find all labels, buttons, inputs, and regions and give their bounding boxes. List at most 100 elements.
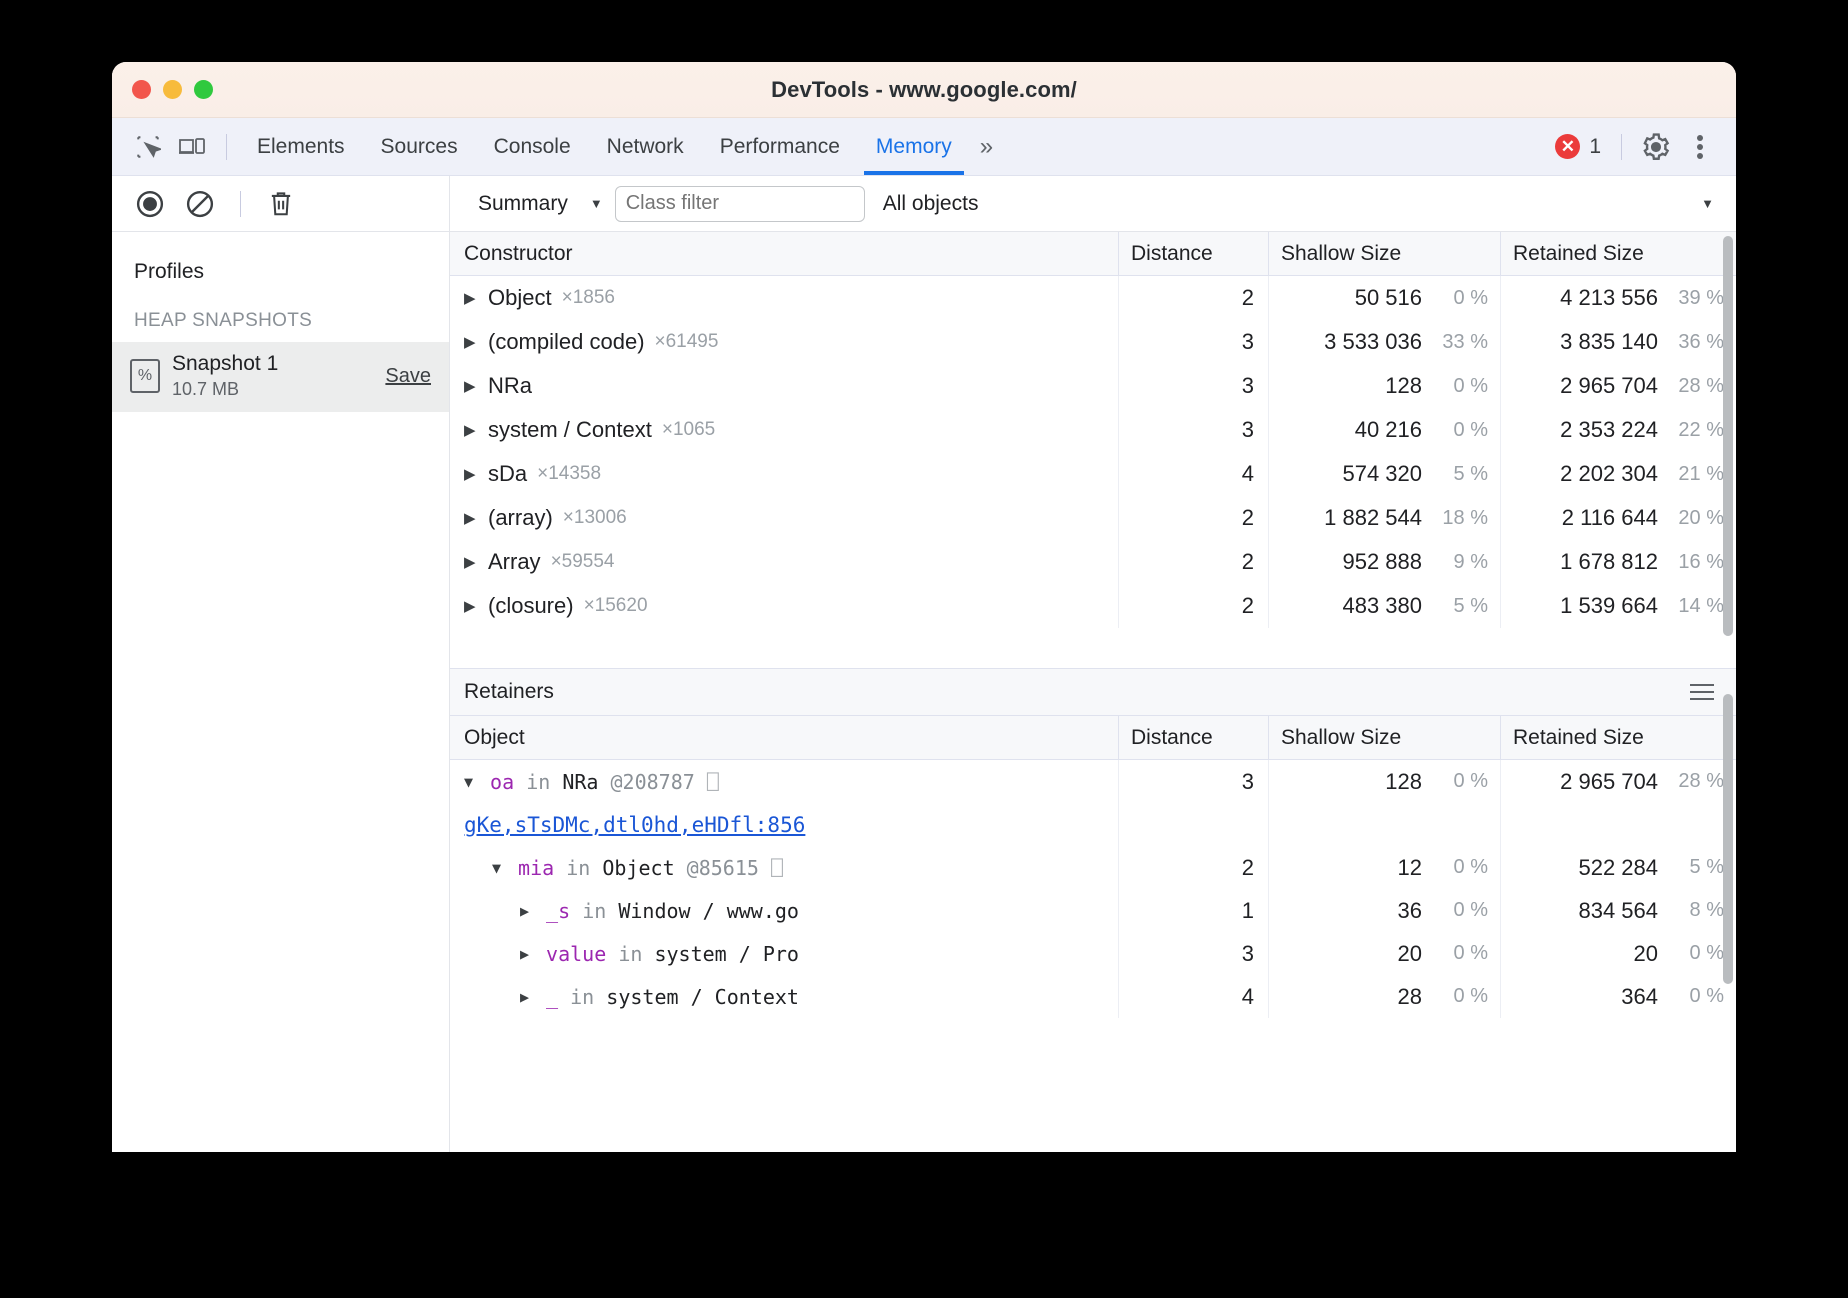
retainer-row[interactable]: ▶ _ in system / Context4280 %3640 %	[450, 975, 1736, 1018]
retainers-title: Retainers	[464, 680, 554, 704]
retainer-in-keyword: in	[526, 770, 550, 794]
save-snapshot-link[interactable]: Save	[385, 365, 435, 388]
error-badge[interactable]: ✕ 1	[1547, 134, 1609, 159]
tab-performance[interactable]: Performance	[702, 118, 858, 175]
column-header-ret-distance[interactable]: Distance	[1119, 716, 1269, 759]
class-filter-input[interactable]	[615, 186, 865, 222]
expand-triangle-icon[interactable]: ▶	[464, 289, 478, 307]
tab-sources[interactable]: Sources	[363, 118, 476, 175]
error-count: 1	[1589, 135, 1601, 159]
tab-network[interactable]: Network	[589, 118, 702, 175]
constructor-count: ×61495	[655, 331, 719, 353]
expand-triangle-icon[interactable]: ▶	[520, 902, 534, 920]
shallow-size-cell: 50 5160 %	[1269, 276, 1501, 320]
retainer-property-name: oa	[490, 770, 514, 794]
retainer-property-name: _s	[546, 899, 570, 923]
constructor-cell[interactable]: ▶ NRa	[450, 364, 1119, 408]
column-header-retained-size[interactable]: Retained Size	[1501, 232, 1736, 275]
table-row[interactable]: ▶NRa31280 %2 965 70428 %	[450, 364, 1736, 408]
table-row[interactable]: ▶(compiled code)×6149533 533 03633 %3 83…	[450, 320, 1736, 364]
expand-triangle-icon[interactable]: ▶	[520, 988, 534, 1006]
column-header-distance[interactable]: Distance	[1119, 232, 1269, 275]
constructor-cell[interactable]: ▶(compiled code)×61495	[450, 320, 1119, 364]
devtools-tab-bar: Elements Sources Console Network Perform…	[112, 118, 1736, 176]
expand-triangle-icon[interactable]: ▶	[464, 465, 478, 483]
constructor-cell[interactable]: ▶system / Context×1065	[450, 408, 1119, 452]
retainer-row[interactable]: ▼ mia in Object @85615 ⎕2120 %522 2845 %	[450, 846, 1736, 889]
retainer-row[interactable]: ▶ value in system / Pro3200 %200 %	[450, 932, 1736, 975]
constructor-count: ×15620	[584, 595, 648, 617]
shallow-size-cell: 574 3205 %	[1269, 452, 1501, 496]
column-header-shallow-size[interactable]: Shallow Size	[1269, 232, 1501, 275]
tab-console[interactable]: Console	[476, 118, 589, 175]
column-header-object[interactable]: Object	[450, 716, 1119, 759]
expand-triangle-icon[interactable]: ▶	[464, 597, 478, 615]
constructor-cell[interactable]: ▶(closure)×15620	[450, 584, 1119, 628]
inspect-element-icon[interactable]	[126, 127, 170, 167]
table-row[interactable]: ▶sDa×143584574 3205 %2 202 30421 %	[450, 452, 1736, 496]
expand-triangle-icon[interactable]: ▶	[464, 509, 478, 527]
memory-toolbar: Summary ▼ All objects ▼	[112, 176, 1736, 232]
trash-icon[interactable]	[259, 184, 303, 224]
retainer-object-cell[interactable]: ▶ _s in Window / www.go	[450, 889, 1119, 932]
source-link[interactable]: gKe,sTsDMc,dtl0hd,eHDfl:856	[464, 813, 805, 837]
retainer-object-cell[interactable]: ▼ oa in NRa @208787 ⎕	[450, 760, 1119, 803]
gear-icon[interactable]	[1634, 127, 1678, 167]
retainer-marker-icon: ⎕	[771, 856, 783, 880]
constructor-cell[interactable]: ▶Array×59554	[450, 540, 1119, 584]
shallow-size-cell: 1 882 54418 %	[1269, 496, 1501, 540]
expand-triangle-icon[interactable]: ▶	[464, 421, 478, 439]
hamburger-icon[interactable]	[1690, 684, 1714, 700]
table-row[interactable]: ▶(array)×1300621 882 54418 %2 116 64420 …	[450, 496, 1736, 540]
expand-triangle-icon[interactable]: ▶	[464, 333, 478, 351]
table-row[interactable]: ▶system / Context×1065340 2160 %2 353 22…	[450, 408, 1736, 452]
retainer-row[interactable]: ▶ _s in Window / www.go1360 %834 5648 %	[450, 889, 1736, 932]
constructor-name: (array)	[488, 505, 553, 531]
retainer-source-link-row[interactable]: gKe,sTsDMc,dtl0hd,eHDfl:856	[450, 803, 1736, 846]
table-row[interactable]: ▶Object×1856250 5160 %4 213 55639 %	[450, 276, 1736, 320]
column-header-constructor[interactable]: Constructor	[450, 232, 1119, 275]
retainers-scrollbar[interactable]	[1723, 694, 1733, 984]
distance-cell: 2	[1119, 584, 1269, 628]
retainer-object-cell[interactable]: ▶ value in system / Pro	[450, 932, 1119, 975]
retainer-class-name: system / Context	[606, 985, 799, 1009]
distance-cell: 3	[1119, 320, 1269, 364]
distance-cell: 4	[1119, 452, 1269, 496]
retainer-marker-icon: ⎕	[707, 770, 719, 794]
record-icon[interactable]	[128, 184, 172, 224]
more-tabs-icon[interactable]: »	[970, 118, 1003, 175]
expand-triangle-icon[interactable]: ▶	[464, 377, 478, 395]
retainer-distance-cell: 4	[1119, 975, 1269, 1018]
constructor-name: NRa	[488, 373, 532, 399]
objects-scope-select[interactable]: All objects ▼	[865, 192, 1736, 216]
tab-memory[interactable]: Memory	[858, 118, 970, 175]
table-row[interactable]: ▶(closure)×156202483 3805 %1 539 66414 %	[450, 584, 1736, 628]
constructor-count: ×14358	[537, 463, 601, 485]
constructor-cell[interactable]: ▶sDa×14358	[450, 452, 1119, 496]
retainer-distance-cell: 2	[1119, 846, 1269, 889]
retainer-row[interactable]: ▼ oa in NRa @208787 ⎕31280 %2 965 70428 …	[450, 760, 1736, 803]
expand-triangle-icon[interactable]: ▼	[464, 773, 478, 791]
column-header-ret-shallow-size[interactable]: Shallow Size	[1269, 716, 1501, 759]
column-header-ret-retained-size[interactable]: Retained Size	[1501, 716, 1736, 759]
tab-elements[interactable]: Elements	[239, 118, 363, 175]
constructor-cell[interactable]: ▶(array)×13006	[450, 496, 1119, 540]
expand-triangle-icon[interactable]: ▶	[520, 945, 534, 963]
kebab-menu-icon[interactable]	[1678, 127, 1722, 167]
objects-scope-value: All objects	[883, 192, 979, 216]
constructor-count: ×1856	[562, 287, 615, 309]
table-row[interactable]: ▶Array×595542952 8889 %1 678 81216 %	[450, 540, 1736, 584]
sidebar-item-snapshot-1[interactable]: % Snapshot 1 10.7 MB Save	[112, 342, 449, 412]
constructor-scrollbar[interactable]	[1723, 236, 1733, 636]
retained-size-cell: 2 353 22422 %	[1501, 408, 1736, 452]
retainer-shallow-size-cell: 120 %	[1269, 846, 1501, 889]
device-toolbar-icon[interactable]	[170, 127, 214, 167]
no-entry-icon[interactable]	[178, 184, 222, 224]
expand-triangle-icon[interactable]: ▼	[492, 859, 506, 877]
retained-size-cell: 2 202 30421 %	[1501, 452, 1736, 496]
constructor-cell[interactable]: ▶Object×1856	[450, 276, 1119, 320]
view-type-select[interactable]: Summary ▼	[466, 192, 615, 216]
retainer-object-cell[interactable]: ▶ _ in system / Context	[450, 975, 1119, 1018]
expand-triangle-icon[interactable]: ▶	[464, 553, 478, 571]
retainer-object-cell[interactable]: ▼ mia in Object @85615 ⎕	[450, 846, 1119, 889]
